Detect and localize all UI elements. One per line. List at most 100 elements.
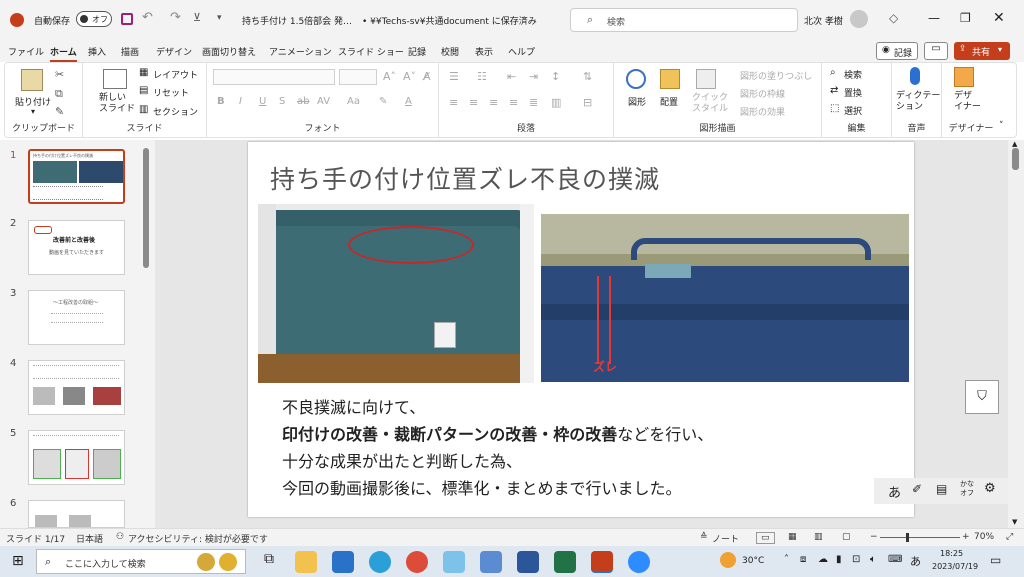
save-icon[interactable] bbox=[121, 13, 133, 25]
tab-animations[interactable]: アニメーション bbox=[269, 45, 332, 58]
tab-transitions[interactable]: 画面切り替え bbox=[202, 45, 256, 58]
align-center-icon[interactable]: ≡ bbox=[469, 96, 478, 109]
tab-insert[interactable]: 挿入 bbox=[88, 45, 106, 58]
font-color-icon[interactable]: A bbox=[405, 96, 412, 107]
chrome-icon[interactable] bbox=[406, 551, 428, 573]
close-icon[interactable]: ✕ bbox=[993, 10, 1005, 26]
excel-icon[interactable] bbox=[554, 551, 576, 573]
clock-time[interactable]: 18:25 bbox=[940, 549, 963, 558]
weather-icon[interactable] bbox=[720, 552, 736, 568]
scroll-up-icon[interactable]: ▲ bbox=[1012, 140, 1017, 148]
font-name-select[interactable] bbox=[213, 69, 335, 85]
canvas-scrollbar[interactable]: ▲ ▼ bbox=[1008, 140, 1024, 528]
ime-settings-icon[interactable]: ⚙ bbox=[984, 481, 996, 496]
reading-view-icon[interactable]: ▥ bbox=[814, 532, 823, 542]
file-explorer-icon[interactable] bbox=[295, 551, 317, 573]
section-button[interactable]: セクション bbox=[153, 105, 198, 118]
taskbar-search-box[interactable]: ⌕ ここに入力して検索 bbox=[36, 549, 246, 574]
tab-record[interactable]: 記録 bbox=[408, 45, 426, 58]
edge-icon[interactable] bbox=[369, 551, 391, 573]
tab-slideshow[interactable]: スライド ショー bbox=[338, 45, 404, 58]
slide-thumbnail-5[interactable] bbox=[28, 430, 125, 485]
quick-styles-button[interactable]: クイック スタイル bbox=[692, 93, 728, 115]
bag-photo-2[interactable]: ズレ bbox=[541, 214, 909, 382]
document-title[interactable]: 持ち手付け 1.5倍部会 発… bbox=[242, 14, 352, 27]
bag-photo-1[interactable] bbox=[258, 204, 534, 383]
tray-apps-icon[interactable]: ⧈ bbox=[800, 554, 806, 565]
format-painter-icon[interactable]: ✎ bbox=[55, 105, 64, 118]
thumbnail-scrollbar[interactable] bbox=[143, 148, 149, 268]
ime-indicator[interactable]: あ bbox=[910, 553, 921, 569]
tab-draw[interactable]: 描画 bbox=[121, 45, 139, 58]
char-spacing-icon[interactable]: AV bbox=[317, 96, 330, 107]
body-text[interactable]: 不良撲滅に向けて、 印付けの改善・裁断パターンの改善・枠の改善などを行い、 十分… bbox=[282, 394, 713, 502]
find-button[interactable]: 検索 bbox=[844, 68, 862, 81]
onedrive-icon[interactable]: ☁ bbox=[818, 554, 828, 565]
decrease-indent-icon[interactable]: ⇤ bbox=[507, 70, 516, 83]
ime-mode-button[interactable]: あ bbox=[888, 482, 901, 501]
text-direction-icon[interactable]: ⇅ bbox=[583, 70, 592, 83]
current-slide[interactable]: 持ち手の付け位置ズレ不良の撲滅 ズレ 不良撲滅に向けて、 印付けの改善・裁断パタ… bbox=[248, 142, 914, 517]
zoom-out-icon[interactable]: − bbox=[870, 532, 878, 542]
accessibility-status[interactable]: アクセシビリティ: 検討が必要です bbox=[128, 532, 268, 545]
slide-thumbnail-1[interactable]: 持ち手の付け位置ズレ不良の撲滅 bbox=[28, 149, 125, 204]
layout-button[interactable]: レイアウト bbox=[153, 68, 198, 81]
start-windows-icon[interactable]: ⊞ bbox=[12, 553, 24, 569]
search-box[interactable]: ⌕ 検索 bbox=[570, 8, 798, 32]
scroll-thumb[interactable] bbox=[1012, 148, 1019, 170]
align-right-icon[interactable]: ≡ bbox=[489, 96, 498, 109]
zoom-level[interactable]: 70% bbox=[974, 532, 994, 542]
italic-icon[interactable]: I bbox=[239, 96, 242, 107]
grow-font-icon[interactable]: A˄ bbox=[383, 70, 396, 83]
clear-format-icon[interactable]: A̸ bbox=[423, 70, 431, 83]
columns-icon[interactable]: ▥ bbox=[551, 96, 561, 109]
shape-effects-button[interactable]: 図形の効果 bbox=[740, 105, 785, 118]
increase-indent-icon[interactable]: ⇥ bbox=[529, 70, 538, 83]
comments-button[interactable]: ▭ bbox=[924, 42, 948, 60]
speaker-icon[interactable]: 🔈︎ bbox=[870, 554, 876, 565]
replace-button[interactable]: 置換 bbox=[844, 86, 862, 99]
customize-qat-icon[interactable]: ▾ bbox=[217, 13, 222, 23]
keyboard-icon[interactable]: ⌨ bbox=[888, 554, 902, 565]
tab-design[interactable]: デザイン bbox=[156, 45, 192, 58]
strikethrough-icon[interactable]: ab bbox=[297, 96, 309, 107]
numbering-icon[interactable]: ☷ bbox=[477, 70, 487, 83]
notes-button[interactable]: ノート bbox=[712, 532, 739, 545]
save-status[interactable]: • ¥¥Techs-sv¥共通document に保存済み bbox=[362, 14, 537, 27]
language-status[interactable]: 日本語 bbox=[76, 532, 103, 545]
underline-icon[interactable]: U bbox=[259, 96, 266, 107]
user-name[interactable]: 北次 孝樹 bbox=[804, 14, 843, 27]
minimize-icon[interactable]: — bbox=[928, 11, 940, 25]
avatar[interactable] bbox=[850, 10, 868, 28]
ime-pad-icon[interactable]: ✐ bbox=[912, 482, 922, 496]
tab-file[interactable]: ファイル bbox=[8, 45, 44, 58]
settings-app-icon[interactable] bbox=[480, 551, 502, 573]
present-icon[interactable]: ⊻ bbox=[193, 11, 201, 24]
shape-outline-button[interactable]: 図形の枠線 bbox=[740, 87, 785, 100]
scroll-down-icon[interactable]: ▼ bbox=[1012, 518, 1017, 526]
ime-kana-button[interactable]: かな オフ bbox=[960, 480, 974, 498]
new-slide-button[interactable]: 新しい スライド bbox=[99, 93, 135, 115]
align-text-icon[interactable]: ⊟ bbox=[583, 96, 592, 109]
mail-icon[interactable] bbox=[332, 551, 354, 573]
share-button[interactable]: ⇪ 共有 ▾ bbox=[954, 42, 1010, 60]
slideshow-view-icon[interactable]: ▢ bbox=[842, 532, 851, 542]
fit-slide-icon[interactable]: ⤢ bbox=[1006, 532, 1013, 542]
slide-title[interactable]: 持ち手の付け位置ズレ不良の撲滅 bbox=[270, 160, 660, 196]
powerpoint-taskbar-icon[interactable] bbox=[591, 551, 613, 573]
reset-button[interactable]: リセット bbox=[153, 86, 189, 99]
bookmark-button[interactable]: ⛉ bbox=[965, 380, 999, 414]
font-size-select[interactable] bbox=[339, 69, 377, 85]
zoom-slider-thumb[interactable] bbox=[906, 533, 909, 542]
normal-view-icon[interactable]: ▭ bbox=[756, 532, 775, 544]
tab-review[interactable]: 校閲 bbox=[441, 45, 459, 58]
notifications-icon[interactable]: ▭ bbox=[990, 553, 1001, 567]
dictate-button[interactable]: ディクテー ション bbox=[896, 91, 940, 113]
bullets-icon[interactable]: ☰ bbox=[449, 70, 459, 83]
change-case-icon[interactable]: Aa bbox=[347, 96, 360, 107]
word-icon[interactable] bbox=[517, 551, 539, 573]
premium-diamond-icon[interactable]: ◇ bbox=[889, 11, 898, 25]
cut-icon[interactable]: ✂ bbox=[55, 68, 64, 81]
copy-icon[interactable]: ⧉ bbox=[55, 87, 63, 101]
temperature[interactable]: 30°C bbox=[742, 556, 764, 566]
